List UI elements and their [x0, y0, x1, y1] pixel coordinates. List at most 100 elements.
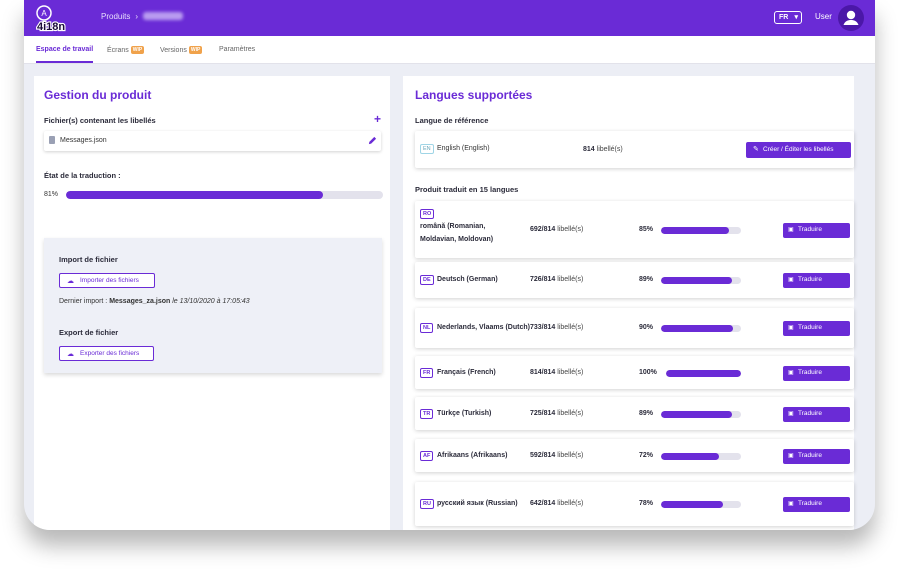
tab-label: Paramètres [219, 46, 256, 53]
language-select[interactable]: FR ▾ [774, 11, 802, 24]
product-management-card: Gestion du produit Fichier(s) contenant … [34, 76, 390, 530]
progress-fill [661, 277, 733, 284]
user-name[interactable]: User [815, 12, 832, 21]
translate-button[interactable]: ▣ Traduire [783, 321, 850, 336]
count-suffix: libellé(s) [557, 410, 584, 417]
label-count: 733/814 libellé(s) [530, 324, 583, 331]
count-suffix: libellé(s) [557, 226, 584, 233]
translate-button[interactable]: ▣ Traduire [783, 273, 850, 288]
breadcrumb-separator: › [135, 12, 139, 21]
language-progress-bar [661, 411, 741, 418]
tab-bar: Espace de travail Écrans WIP Versions WIP … [24, 36, 875, 64]
count-value: 726/814 [530, 276, 556, 283]
button-label: Traduire [798, 226, 822, 233]
translate-button[interactable]: ▣ Traduire [783, 449, 850, 464]
app-logo[interactable]: A 4i18n [32, 3, 78, 33]
translate-icon: ▣ [788, 277, 794, 283]
translate-button[interactable]: ▣ Traduire [783, 223, 850, 238]
breadcrumb-product-blurred[interactable] [143, 12, 184, 20]
progress-fill [666, 370, 741, 377]
count-suffix: libellé(s) [557, 324, 584, 331]
export-title: Export de fichier [59, 328, 119, 337]
count-value: 725/814 [530, 410, 556, 417]
translate-icon: ▣ [788, 325, 794, 331]
language-row: AF Afrikaans (Afrikaans) 592/814 libellé(s… [415, 439, 854, 472]
translate-icon: ▣ [788, 411, 794, 417]
button-label: Exporter des fichiers [80, 350, 140, 357]
language-code: NL [420, 323, 434, 333]
file-item[interactable]: Messages.json [44, 131, 381, 151]
section-title: Gestion du produit [44, 88, 152, 102]
progress-fill [661, 227, 729, 234]
language-name: Deutsch (German) [437, 276, 498, 283]
last-import-info: Dernier import : Messages_za.json le 13/… [59, 298, 250, 305]
translate-icon: ▣ [788, 227, 794, 233]
last-import-file: Messages_za.json [109, 298, 171, 305]
language-row: TR Türkçe (Turkish) 725/814 libellé(s) 89% ▣… [415, 397, 854, 430]
translate-icon: ▣ [788, 453, 794, 459]
breadcrumb: Produits › [101, 12, 184, 21]
translate-button[interactable]: ▣ Traduire [783, 407, 850, 422]
language-name: Türkçe (Turkish) [437, 410, 492, 417]
language-name: Afrikaans (Afrikaans) [437, 452, 508, 459]
language-name: română (Romanian, [420, 223, 486, 230]
wip-badge: WIP [130, 46, 145, 54]
chevron-down-icon: ▾ [794, 14, 798, 21]
export-files-button[interactable]: ☁ Exporter des fichiers [59, 346, 154, 361]
tab-screens[interactable]: Écrans WIP [107, 46, 145, 54]
translation-progress-bar [66, 191, 383, 199]
top-bar: A 4i18n Produits › FR ▾ User [24, 0, 875, 36]
tab-settings[interactable]: Paramètres [219, 46, 255, 53]
translate-button[interactable]: ▣ Traduire [783, 497, 850, 512]
language-list: RO română (Romanian, Moldavian, Moldovan) 6… [415, 76, 854, 530]
tab-versions[interactable]: Versions WIP [160, 46, 203, 54]
translation-percent: 89% [639, 410, 654, 417]
tab-label: Écrans [107, 47, 129, 54]
cloud-upload-icon: ☁ [67, 278, 74, 285]
button-label: Traduire [798, 452, 822, 459]
add-file-icon[interactable]: + [374, 112, 381, 126]
label-count: 692/814 libellé(s) [530, 226, 583, 233]
user-icon [843, 10, 859, 25]
tab-workspace[interactable]: Espace de travail [36, 46, 94, 63]
language-value: FR [779, 14, 789, 21]
count-suffix: libellé(s) [557, 276, 584, 283]
language-progress-bar [661, 325, 741, 332]
language-code: RU [420, 499, 434, 509]
language-progress-bar [661, 453, 741, 460]
translation-percent: 85% [639, 226, 654, 233]
button-label: Traduire [798, 410, 822, 417]
language-progress-bar [661, 227, 741, 234]
last-import-label: Dernier import : [59, 298, 108, 305]
import-files-button[interactable]: ☁ Importer des fichiers [59, 273, 155, 288]
breadcrumb-products[interactable]: Produits [101, 12, 130, 21]
translate-button[interactable]: ▣ Traduire [783, 366, 850, 381]
app-window: A 4i18n Produits › FR ▾ User Espace de tra… [24, 0, 875, 530]
label-count: 726/814 libellé(s) [530, 276, 583, 283]
avatar[interactable] [838, 5, 864, 31]
edit-pencil-icon[interactable] [368, 136, 377, 145]
language-row: NL Nederlands, Vlaams (Dutch) 733/814 libe… [415, 308, 854, 348]
button-label: Traduire [798, 369, 822, 376]
tab-label: Versions [160, 47, 187, 54]
progress-percent: 81% [44, 191, 59, 198]
button-label: Traduire [798, 324, 822, 331]
label-count: 642/814 libellé(s) [530, 500, 583, 507]
wip-badge: WIP [188, 46, 203, 54]
supported-languages-card: Langues supportées Langue de référence E… [403, 76, 854, 530]
progress-fill [66, 191, 323, 199]
translation-percent: 100% [639, 369, 657, 376]
label-count: 814/814 libellé(s) [530, 369, 583, 376]
label-count: 725/814 libellé(s) [530, 410, 583, 417]
language-code: TR [420, 409, 434, 419]
progress-fill [661, 501, 724, 508]
language-row: RU русский язык (Russian) 642/814 libellé(… [415, 482, 854, 526]
count-value: 733/814 [530, 324, 556, 331]
files-label: Fichier(s) contenant les libellés [44, 116, 156, 125]
progress-fill [661, 325, 733, 332]
language-code: RO [420, 209, 435, 219]
import-export-panel: Import de fichier ☁ Importer des fichiers… [44, 238, 382, 373]
progress-fill [661, 411, 733, 418]
count-value: 692/814 [530, 226, 556, 233]
label-count: 592/814 libellé(s) [530, 452, 583, 459]
